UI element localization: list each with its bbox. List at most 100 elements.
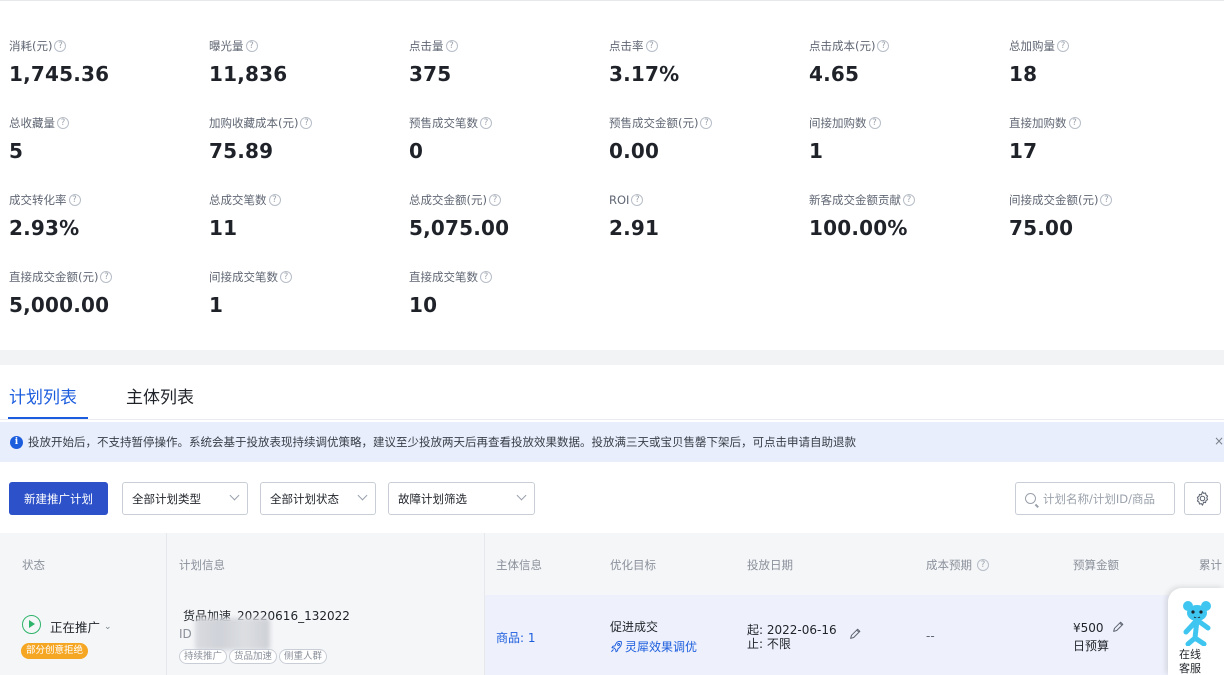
goal-text: 促进成交	[610, 620, 659, 634]
metric-total-amount: 总成交金额(元)? 5,075.00	[409, 193, 599, 240]
metric-label: 点击率	[609, 39, 644, 53]
chevron-down-icon	[357, 490, 368, 501]
metric-label: 新客成交金额贡献	[809, 193, 901, 207]
search-box	[1015, 482, 1175, 515]
metric-value: 17	[1009, 139, 1038, 163]
help-icon[interactable]: ?	[54, 40, 67, 52]
tab-subject-list[interactable]: 主体列表	[126, 383, 194, 408]
help-icon[interactable]: ?	[868, 117, 881, 129]
metric-direct-cart: 直接加购数? 17	[1009, 116, 1199, 163]
chevron-down-icon	[229, 490, 240, 501]
help-icon[interactable]: ?	[268, 194, 281, 206]
metric-label: 总收藏量	[9, 116, 55, 130]
support-label-line2: 客服	[1179, 662, 1201, 675]
metric-label: 预售成交金额(元)	[609, 116, 699, 130]
chevron-down-icon	[516, 490, 527, 501]
edit-budget-pencil-icon[interactable]	[1111, 620, 1125, 634]
metric-label: 间接成交金额(元)	[1009, 193, 1099, 207]
help-icon[interactable]: ?	[57, 117, 69, 129]
play-circle-icon	[22, 615, 41, 634]
metric-indirect-orders: 间接成交笔数? 1	[209, 270, 399, 317]
help-icon[interactable]: ?	[1057, 40, 1069, 52]
metric-value: 0	[409, 139, 424, 163]
metric-label: 曝光量	[209, 39, 244, 53]
support-label: 在线 客服	[1179, 648, 1201, 675]
status-dropdown[interactable]: 正在推广 ⌄	[50, 617, 112, 636]
search-icon	[1025, 493, 1036, 504]
metric-ctr: 点击率? 3.17%	[609, 39, 799, 86]
metric-label: 间接加购数	[809, 116, 867, 130]
metrics-overview: 消耗(元)? 1,745.36 曝光量? 11,836 点击量? 375 点击率…	[0, 0, 1224, 350]
header-dates: 投放日期	[747, 558, 793, 572]
cell-status: 正在推广 ⌄ 部分创意拒绝	[0, 595, 166, 675]
notice-bar: i 投放开始后，不支持暂停操作。系统会基于投放表现持续调优策略，建议至少投放两天…	[0, 422, 1224, 462]
metric-value: 3.17%	[609, 62, 680, 86]
goal-tuning-link[interactable]: 灵犀效果调优	[610, 638, 697, 655]
header-budget: 预算金额	[1073, 558, 1119, 572]
column-divider	[484, 533, 485, 675]
notice-text: 投放开始后，不支持暂停操作。系统会基于投放表现持续调优策略，建议至少投放两天后再…	[28, 435, 856, 449]
search-input[interactable]	[1043, 491, 1173, 506]
metric-label: 成交转化率	[9, 193, 67, 207]
plan-type-select[interactable]: 全部计划类型	[122, 482, 248, 515]
metric-spend: 消耗(元)? 1,745.36	[9, 39, 199, 86]
help-icon[interactable]: ?	[645, 40, 658, 52]
metric-value: 2.91	[609, 216, 660, 240]
new-plan-button[interactable]: 新建推广计划	[9, 482, 108, 515]
help-icon[interactable]: ?	[977, 559, 989, 571]
header-subject: 主体信息	[496, 558, 542, 572]
cost-estimate-value: --	[926, 629, 935, 643]
online-support-widget[interactable]: 在线 客服	[1168, 588, 1224, 675]
metric-value: 11	[209, 216, 238, 240]
help-icon[interactable]: ?	[280, 271, 292, 283]
active-tab-indicator	[8, 417, 88, 419]
metric-value: 2.93%	[9, 216, 80, 240]
metric-value: 1,745.36	[9, 62, 110, 86]
metric-presale-orders: 预售成交笔数? 0	[409, 116, 599, 163]
metric-add-to-cart: 总加购量? 18	[1009, 39, 1199, 86]
metric-label: 直接成交金额(元)	[9, 270, 99, 284]
metric-indirect-amount: 间接成交金额(元)? 75.00	[1009, 193, 1199, 240]
metric-value: 1	[209, 293, 224, 317]
help-icon[interactable]: ?	[68, 194, 81, 206]
help-icon[interactable]: ?	[877, 40, 890, 52]
help-icon[interactable]: ?	[700, 117, 713, 129]
rocket-icon	[611, 640, 622, 653]
metric-total-orders: 总成交笔数? 11	[209, 193, 399, 240]
metric-indirect-cart: 间接加购数? 1	[809, 116, 999, 163]
metric-label: 间接成交笔数	[209, 270, 278, 284]
help-icon[interactable]: ?	[445, 40, 458, 52]
metric-label: ROI	[609, 193, 630, 207]
help-icon[interactable]: ?	[1068, 117, 1081, 129]
budget-amount: ¥500	[1073, 621, 1104, 635]
help-icon[interactable]: ?	[480, 271, 492, 283]
help-icon[interactable]: ?	[100, 271, 113, 283]
help-icon[interactable]: ?	[480, 117, 492, 129]
table-row: 正在推广 ⌄ 部分创意拒绝 货品加速_20220616_132022 ID 持续…	[0, 595, 1224, 675]
metric-label: 直接成交笔数	[409, 270, 478, 284]
help-icon[interactable]: ?	[1100, 194, 1113, 206]
close-icon[interactable]: ×	[1214, 434, 1224, 448]
plan-list-panel: 计划列表 主体列表 i 投放开始后，不支持暂停操作。系统会基于投放表现持续调优策…	[0, 365, 1224, 675]
settings-button[interactable]	[1184, 482, 1221, 515]
edit-date-pencil-icon[interactable]	[848, 627, 862, 641]
metric-roi: ROI? 2.91	[609, 193, 799, 240]
fault-plan-select[interactable]: 故障计划筛选	[388, 482, 535, 515]
help-icon[interactable]: ?	[631, 194, 644, 206]
header-goal: 优化目标	[610, 558, 656, 572]
tab-plan-list[interactable]: 计划列表	[9, 383, 77, 408]
table-header: 状态 计划信息 主体信息 优化目标 投放日期 成本预期 ? 预算金额 累计	[0, 533, 1224, 595]
metric-clicks: 点击量? 375	[409, 39, 599, 86]
help-icon[interactable]: ?	[488, 194, 501, 206]
fault-plan-value: 故障计划筛选	[398, 491, 467, 506]
help-icon[interactable]: ?	[903, 194, 915, 206]
help-icon[interactable]: ?	[245, 40, 258, 52]
help-icon[interactable]: ?	[300, 117, 313, 129]
subject-link[interactable]: 商品: 1	[496, 629, 536, 646]
chevron-down-icon: ⌄	[104, 621, 112, 632]
status-badge: 部分创意拒绝	[21, 643, 89, 659]
plan-tags: 持续推广 货品加速 侧重人群	[179, 649, 329, 664]
plan-status-select[interactable]: 全部计划状态	[260, 482, 376, 515]
plan-tag: 持续推广	[179, 649, 228, 664]
metric-value: 11,836	[209, 62, 288, 86]
